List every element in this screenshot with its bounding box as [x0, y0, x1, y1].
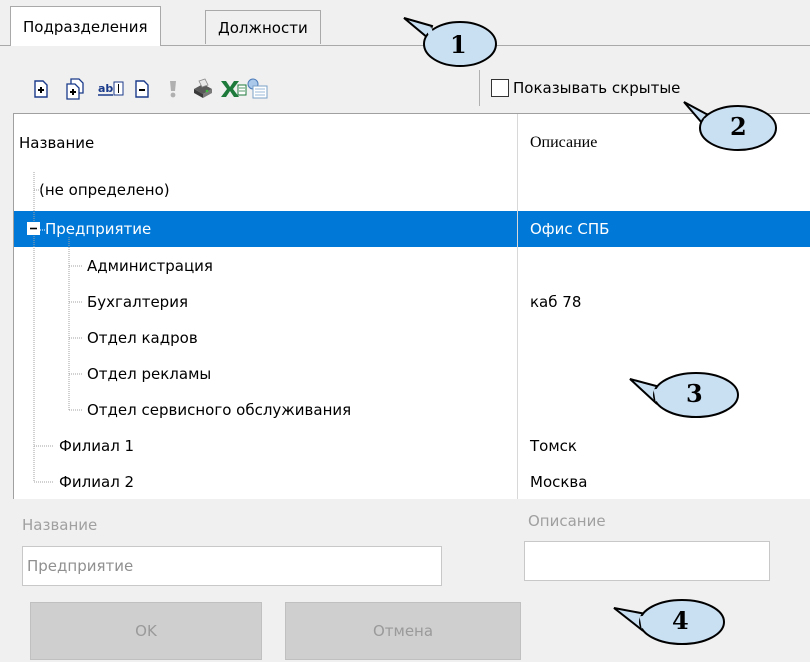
import-icon [247, 78, 268, 99]
toolbar-separator [479, 70, 480, 106]
callout-3: 3 [626, 365, 744, 423]
row-description: Томск [530, 437, 577, 455]
info-button[interactable] [162, 78, 184, 100]
excel-export-button[interactable] [219, 78, 247, 100]
excel-export-icon [221, 81, 247, 97]
tab-positions[interactable]: Должности [205, 10, 321, 44]
print-button[interactable] [191, 78, 215, 100]
tree-connector-selected [38, 229, 46, 231]
rename-icon: ab [98, 81, 124, 96]
print-icon [194, 78, 212, 98]
delete-icon [135, 80, 149, 98]
tab-departments[interactable]: Подразделения [10, 6, 161, 46]
row-description: Москва [530, 473, 588, 491]
show-hidden-toggle[interactable]: Показывать скрытые [491, 76, 680, 100]
svg-text:ab: ab [98, 82, 113, 95]
name-field[interactable]: Предприятие [22, 546, 442, 586]
callout-4: 4 [612, 592, 730, 650]
info-icon [170, 81, 176, 98]
rename-button[interactable]: ab [97, 78, 125, 100]
callout-3-number: 3 [686, 379, 703, 408]
description-label: Описание [528, 512, 606, 530]
cancel-button[interactable]: Отмена [285, 602, 521, 660]
show-hidden-label: Показывать скрытые [513, 79, 681, 97]
ok-button[interactable]: OK [30, 602, 262, 660]
callout-2-number: 2 [730, 112, 747, 141]
add-subitem-button[interactable] [65, 78, 87, 100]
import-button[interactable] [245, 78, 271, 100]
column-divider[interactable] [517, 114, 518, 499]
add-subitem-icon [66, 78, 84, 100]
description-field[interactable] [524, 541, 770, 581]
show-hidden-checkbox[interactable] [491, 79, 509, 97]
column-header-description[interactable]: Описание [530, 114, 597, 172]
name-label: Название [22, 516, 98, 534]
callout-1: 1 [398, 16, 500, 72]
row-description: Офис СПБ [530, 220, 610, 238]
row-description: каб 78 [530, 293, 582, 311]
add-item-button[interactable] [30, 78, 52, 100]
delete-button[interactable] [131, 78, 153, 100]
callout-4-number: 4 [672, 606, 689, 635]
callout-2: 2 [682, 98, 782, 154]
callout-1-number: 1 [450, 30, 467, 59]
departments-tree-grid[interactable]: Название Описание (не определено) Предпр… [13, 113, 810, 499]
add-item-icon [34, 80, 48, 98]
tree-connector-lines [33, 172, 83, 483]
